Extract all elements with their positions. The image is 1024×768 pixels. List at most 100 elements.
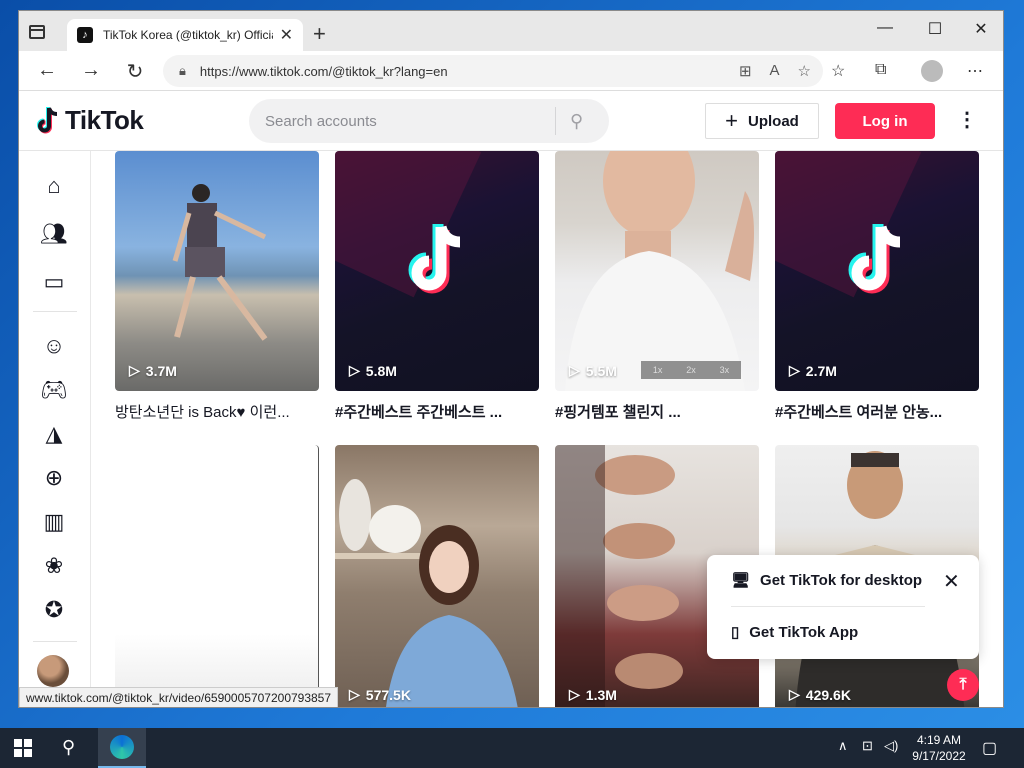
- following-icon[interactable]: 👥︎: [39, 219, 69, 249]
- view-count-value: 5.5M: [585, 362, 617, 379]
- tray-chevron-icon[interactable]: ∧: [838, 738, 848, 754]
- view-count: ▷ 2.7M: [789, 362, 837, 379]
- upload-button[interactable]: + Upload: [705, 103, 819, 139]
- view-count-value: 577.5K: [365, 686, 411, 703]
- view-count: ▷ 5.5M: [569, 362, 617, 379]
- video-card[interactable]: ▷ 2.7M #주간베스트 여러분 안농...: [775, 151, 979, 422]
- video-caption[interactable]: #주간베스트 주간베스트 ...: [335, 401, 539, 422]
- view-count: ▷ 3.7M: [129, 362, 177, 379]
- animals-icon[interactable]: ❀: [39, 551, 69, 581]
- video-thumbnail[interactable]: ▷ 5.8M: [335, 151, 539, 391]
- speed-option[interactable]: 3x: [720, 365, 730, 375]
- tiktok-header: TikTok ⚲ + Upload Log in ⋮: [19, 91, 1003, 151]
- logo-text: TikTok: [65, 105, 144, 135]
- video-caption[interactable]: #주간베스트 여러분 안농...: [775, 401, 979, 422]
- minimize-button[interactable]: —: [867, 19, 903, 37]
- view-count-value: 1.3M: [585, 686, 617, 703]
- status-bar-url: www.tiktok.com/@tiktok_kr/video/65900057…: [19, 687, 339, 707]
- live-icon[interactable]: ▭: [39, 267, 69, 297]
- search-input[interactable]: [265, 112, 555, 130]
- gaming-icon[interactable]: 🎮︎: [39, 375, 69, 405]
- profile-avatar[interactable]: [921, 60, 943, 82]
- video-card[interactable]: 1x 2x 3x ▷ 5.5M #핑거템포 챌린지 ...: [555, 151, 759, 422]
- play-icon: ▷: [129, 362, 140, 378]
- favorites-icon[interactable]: ☆: [831, 61, 845, 81]
- read-aloud-icon[interactable]: A: [770, 62, 780, 80]
- video-thumbnail[interactable]: [115, 445, 319, 707]
- back-to-top-button[interactable]: ⤒: [947, 669, 979, 701]
- tab-title: TikTok Korea (@tiktok_kr) Officia: [103, 28, 273, 42]
- popup-close-icon[interactable]: ✕: [943, 569, 960, 594]
- network-icon[interactable]: ⊡: [862, 738, 873, 754]
- video-card[interactable]: ▷ 577.5K: [335, 445, 539, 707]
- taskbar-search-icon[interactable]: ⚲: [62, 737, 75, 758]
- add-favorite-icon[interactable]: ☆: [798, 62, 811, 80]
- view-count: ▷ 577.5K: [349, 686, 411, 703]
- volume-icon[interactable]: ◁): [884, 738, 898, 754]
- refresh-icon[interactable]: ↻: [121, 59, 149, 84]
- windows-start-icon[interactable]: [14, 739, 32, 757]
- login-button[interactable]: Log in: [835, 103, 935, 139]
- tab-tiktok[interactable]: ♪ TikTok Korea (@tiktok_kr) Officia ✕: [67, 19, 303, 51]
- food-icon[interactable]: ◮: [39, 419, 69, 449]
- video-card[interactable]: [115, 445, 319, 707]
- lock-icon[interactable]: 🔒︎: [179, 63, 186, 79]
- forward-icon[interactable]: →: [77, 59, 105, 82]
- search-icon[interactable]: ⚲: [570, 111, 583, 132]
- clock-date: 9/17/2022: [912, 749, 966, 763]
- sports-icon[interactable]: ⊕: [39, 463, 69, 493]
- get-app-popup: 🖥︎ Get TikTok for desktop ✕ ▯ Get TikTok…: [707, 555, 979, 659]
- system-clock[interactable]: 4:19 AM 9/17/2022: [902, 732, 976, 764]
- play-icon: ▷: [789, 686, 800, 702]
- maximize-button[interactable]: ☐: [917, 19, 953, 39]
- tab-close-icon[interactable]: ✕: [280, 25, 293, 45]
- more-options-icon[interactable]: ⋮: [957, 107, 977, 132]
- address-bar[interactable]: 🔒︎ https://www.tiktok.com/@tiktok_kr?lan…: [163, 55, 823, 87]
- app-available-icon[interactable]: ⊞: [739, 62, 752, 80]
- video-card[interactable]: ▷ 3.7M 방탄소년단 is Back♥ 이런...: [115, 151, 319, 422]
- new-tab-button[interactable]: +: [313, 21, 326, 47]
- play-icon: ▷: [789, 362, 800, 378]
- account-avatar[interactable]: [37, 655, 69, 687]
- get-desktop-label: Get TikTok for desktop: [760, 571, 923, 589]
- comedy-icon[interactable]: ☺: [39, 331, 69, 361]
- video-caption[interactable]: 방탄소년단 is Back♥ 이런...: [115, 401, 319, 422]
- speed-selector[interactable]: 1x 2x 3x: [641, 361, 741, 379]
- beauty-icon[interactable]: ▥: [39, 507, 69, 537]
- get-app-label: Get TikTok App: [749, 623, 859, 641]
- tiktok-logo[interactable]: TikTok: [35, 105, 144, 136]
- video-thumbnail[interactable]: 1x 2x 3x ▷ 5.5M: [555, 151, 759, 391]
- url-text[interactable]: https://www.tiktok.com/@tiktok_kr?lang=e…: [200, 64, 448, 79]
- tab-actions-icon[interactable]: [29, 25, 45, 39]
- achievement-icon[interactable]: ✪: [39, 595, 69, 625]
- back-icon[interactable]: ←: [33, 59, 61, 82]
- taskbar-edge-app[interactable]: [98, 728, 146, 768]
- address-bar-row: ← → ↻ 🔒︎ https://www.tiktok.com/@tiktok_…: [19, 51, 1003, 91]
- home-icon[interactable]: ⌂: [39, 171, 69, 201]
- popup-divider: [731, 606, 925, 607]
- collections-icon[interactable]: ⧉: [875, 61, 886, 79]
- speed-option[interactable]: 1x: [653, 365, 663, 375]
- view-count-value: 429.6K: [805, 686, 851, 703]
- view-count: ▷ 1.3M: [569, 686, 617, 703]
- taskbar: ⚲ ∧ ⊡ ◁) 4:19 AM 9/17/2022 ▢: [0, 728, 1024, 768]
- speed-option[interactable]: 2x: [686, 365, 696, 375]
- video-card[interactable]: ▷ 5.8M #주간베스트 주간베스트 ...: [335, 151, 539, 422]
- window-close-button[interactable]: ✕: [963, 19, 999, 39]
- settings-more-icon[interactable]: ⋯: [967, 61, 983, 81]
- video-thumbnail[interactable]: ▷ 3.7M: [115, 151, 319, 391]
- video-thumbnail[interactable]: ▷ 577.5K: [335, 445, 539, 707]
- monitor-icon: 🖥︎: [731, 572, 751, 589]
- tiktok-favicon-icon: ♪: [77, 27, 93, 43]
- sidebar-divider: [33, 311, 77, 312]
- video-thumbnail[interactable]: ▷ 2.7M: [775, 151, 979, 391]
- notification-icon[interactable]: ▢: [982, 738, 997, 758]
- get-desktop-link[interactable]: 🖥︎ Get TikTok for desktop: [731, 571, 923, 590]
- get-app-link[interactable]: ▯ Get TikTok App: [731, 623, 859, 642]
- view-count-value: 2.7M: [805, 362, 837, 379]
- dancer-figure: [172, 184, 268, 341]
- video-caption[interactable]: #핑거템포 챌린지 ...: [555, 401, 759, 422]
- phone-icon: ▯: [731, 624, 740, 641]
- clock-time: 4:19 AM: [916, 733, 962, 747]
- upload-label: Upload: [748, 112, 799, 130]
